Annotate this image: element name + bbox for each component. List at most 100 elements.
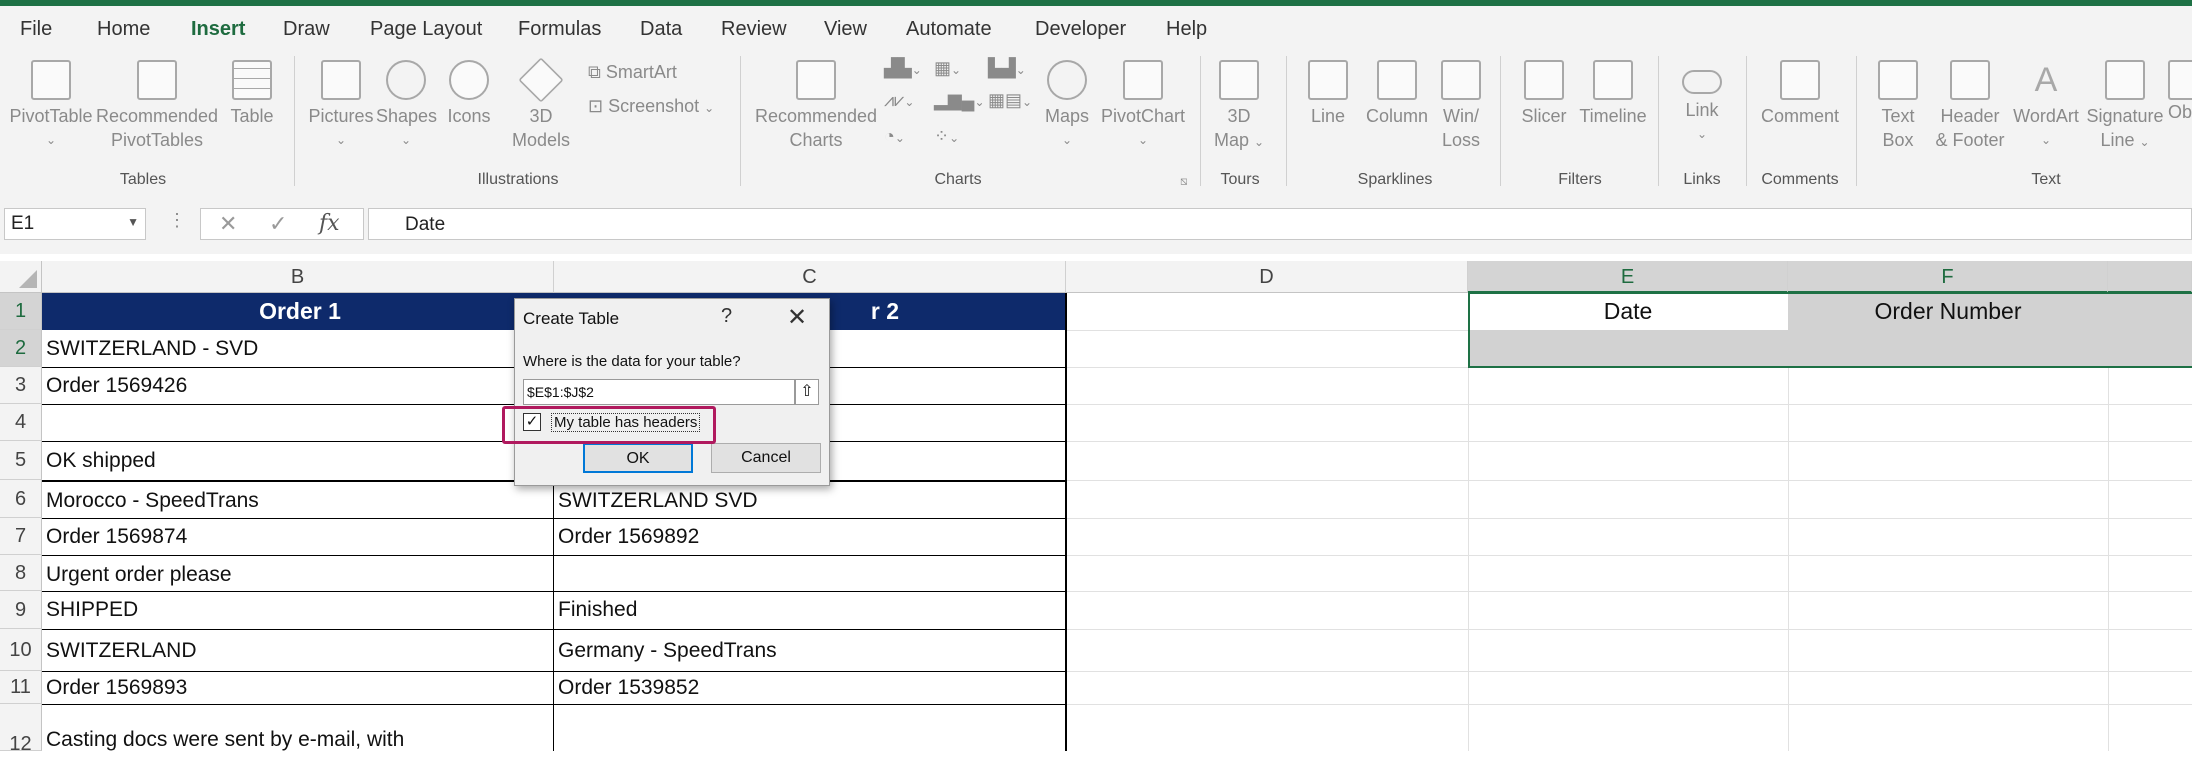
select-all-corner[interactable] [0, 261, 42, 293]
3d-models-button[interactable]: 3D Models [508, 57, 574, 152]
cell-b6[interactable]: Morocco - SpeedTrans [42, 480, 552, 518]
tab-home[interactable]: Home [97, 18, 150, 41]
maps-button[interactable]: Maps ⌄ [1036, 60, 1098, 152]
comment-button[interactable]: Comment [1756, 60, 1844, 128]
recommended-pivottables-button[interactable]: Recommended PivotTables [96, 60, 218, 152]
collapse-dialog-icon[interactable]: ⇧ [795, 379, 819, 405]
icons-button[interactable]: Icons [444, 60, 494, 128]
cell-c11[interactable]: Order 1539852 [554, 671, 1064, 704]
row-header-1[interactable]: 1 [0, 293, 42, 330]
tab-insert[interactable]: Insert [191, 18, 245, 41]
hierarchy-chart-button[interactable]: ▦⌄ [934, 58, 961, 79]
tab-developer[interactable]: Developer [1035, 18, 1126, 41]
cell-b9[interactable]: SHIPPED [42, 591, 552, 629]
column-header-f[interactable]: F [1788, 261, 2108, 293]
recommended-charts-button[interactable]: Recommended Charts [752, 60, 880, 152]
shapes-button[interactable]: Shapes ⌄ [376, 60, 437, 152]
signature-line-button[interactable]: Signature Line ⌄ [2082, 60, 2168, 154]
tab-page-layout[interactable]: Page Layout [370, 18, 482, 41]
sparkline-line-button[interactable]: Line [1300, 60, 1356, 128]
cell-b8[interactable]: Urgent order please [42, 555, 552, 591]
tab-formulas[interactable]: Formulas [518, 18, 601, 41]
cell-b2[interactable]: SWITZERLAND - SVD [42, 330, 552, 367]
tab-review[interactable]: Review [721, 18, 787, 41]
row-header-6[interactable]: 6 [0, 480, 42, 518]
column-header-g[interactable] [2108, 261, 2192, 293]
tab-draw[interactable]: Draw [283, 18, 330, 41]
waterfall-chart-button[interactable]: ▙▟⌄ [988, 58, 1026, 79]
timeline-icon [1593, 60, 1633, 100]
pictures-button[interactable]: Pictures ⌄ [308, 60, 374, 152]
scatter-chart-button[interactable]: ⁘⌄ [934, 126, 959, 147]
tab-file[interactable]: File [20, 18, 52, 41]
waterfall-chart-icon: ▙▟ [988, 58, 1016, 78]
link-button[interactable]: Link ⌄ [1672, 60, 1732, 146]
text-box-button[interactable]: Text Box [1866, 60, 1930, 152]
statistic-chart-button[interactable]: ▂▆▄⌄ [934, 90, 985, 111]
recommended-charts-icon [796, 60, 836, 100]
cell-b1[interactable]: Order 1 [42, 293, 554, 330]
pivotchart-button[interactable]: PivotChart ⌄ [1100, 60, 1186, 152]
column-header-d[interactable]: D [1066, 261, 1468, 293]
cancel-button[interactable]: Cancel [711, 443, 821, 473]
combo-chart-button[interactable]: ▦▤⌄ [988, 90, 1032, 111]
pivottable-button[interactable]: PivotTable ⌄ [6, 60, 96, 152]
slicer-button[interactable]: Slicer [1516, 60, 1572, 128]
column-header-c[interactable]: C [554, 261, 1066, 293]
enter-icon[interactable]: ✓ [269, 211, 287, 237]
dialog-title: Create Table [523, 309, 620, 328]
range-input[interactable]: $E$1:$J$2 [523, 379, 795, 405]
more-options-icon[interactable]: ⋮ [168, 210, 186, 231]
tab-view[interactable]: View [824, 18, 867, 41]
gridline [1066, 671, 2192, 672]
tab-data[interactable]: Data [640, 18, 682, 41]
ok-button[interactable]: OK [583, 443, 693, 473]
charts-dialog-launcher-icon[interactable]: ⧅ [1180, 174, 1188, 189]
wordart-button[interactable]: A WordArt ⌄ [2010, 60, 2082, 152]
tab-help[interactable]: Help [1166, 18, 1207, 41]
cell-b12[interactable]: Casting docs were sent by e-mail, with [42, 704, 552, 751]
row-header-2[interactable]: 2 [0, 330, 42, 367]
row-header-10[interactable]: 10 [0, 629, 42, 671]
column-header-e[interactable]: E [1468, 261, 1788, 293]
close-icon[interactable]: ✕ [787, 303, 807, 332]
cell-b5[interactable]: OK shipped [42, 441, 552, 480]
chevron-down-icon[interactable]: ▼ [127, 215, 139, 229]
row-header-7[interactable]: 7 [0, 518, 42, 555]
table-button[interactable]: Table [224, 60, 280, 128]
cell-b3[interactable]: Order 1569426 [42, 367, 552, 404]
cell-b7[interactable]: Order 1569874 [42, 518, 552, 555]
help-icon[interactable]: ? [721, 305, 732, 328]
formula-input[interactable]: Date [368, 208, 2192, 240]
insert-function-icon[interactable]: fx [319, 211, 340, 236]
tab-automate[interactable]: Automate [906, 18, 992, 41]
row-header-5[interactable]: 5 [0, 441, 42, 480]
object-button[interactable]: Ob [2168, 60, 2192, 124]
pie-chart-button[interactable]: ◔⌄ [884, 126, 905, 147]
cell-c7[interactable]: Order 1569892 [554, 518, 1064, 555]
name-box[interactable]: E1 ▼ [4, 208, 146, 240]
sparkline-column-button[interactable]: Column [1362, 60, 1432, 128]
column-chart-button[interactable]: ▟▙⌄ [884, 58, 922, 79]
header-footer-button[interactable]: Header & Footer [1930, 60, 2010, 152]
header-footer-icon [1950, 60, 1990, 100]
cell-c10[interactable]: Germany - SpeedTrans [554, 629, 1064, 671]
row-header-9[interactable]: 9 [0, 591, 42, 629]
cell-b11[interactable]: Order 1569893 [42, 671, 552, 704]
cell-c9[interactable]: Finished [554, 591, 1064, 629]
row-header-12[interactable]: 12 [0, 704, 42, 755]
row-header-3[interactable]: 3 [0, 367, 42, 404]
cell-b10[interactable]: SWITZERLAND [42, 629, 552, 671]
row-header-4[interactable]: 4 [0, 404, 42, 441]
smartart-button[interactable]: ⧉ SmartArt [588, 62, 677, 83]
line-chart-button[interactable]: ⩘⩗⌄ [884, 90, 914, 111]
cancel-icon[interactable]: ✕ [219, 211, 237, 237]
column-header-b[interactable]: B [42, 261, 554, 293]
timeline-button[interactable]: Timeline [1576, 60, 1650, 128]
screenshot-button[interactable]: ⊡ Screenshot ⌄ [588, 96, 714, 117]
sparkline-winloss-button[interactable]: Win/ Loss [1436, 60, 1486, 152]
row-header-11[interactable]: 11 [0, 671, 42, 704]
formula-bar-area: E1 ▼ ⋮ ✕ ✓ fx Date [0, 194, 2192, 254]
3d-map-button[interactable]: 3D Map ⌄ [1208, 60, 1270, 154]
row-header-8[interactable]: 8 [0, 555, 42, 591]
